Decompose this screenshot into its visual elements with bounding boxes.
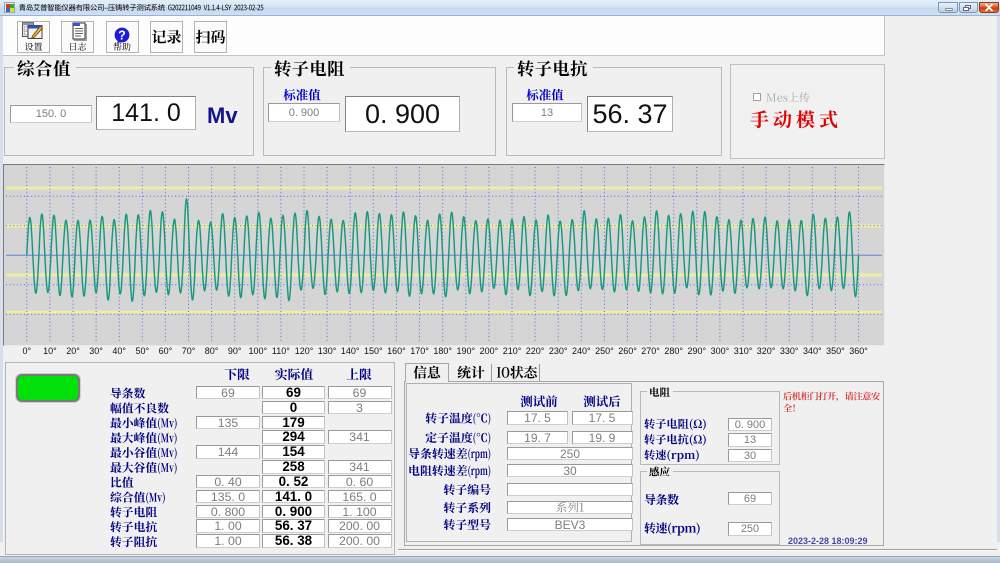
svg-text:?: ? [118, 28, 126, 42]
